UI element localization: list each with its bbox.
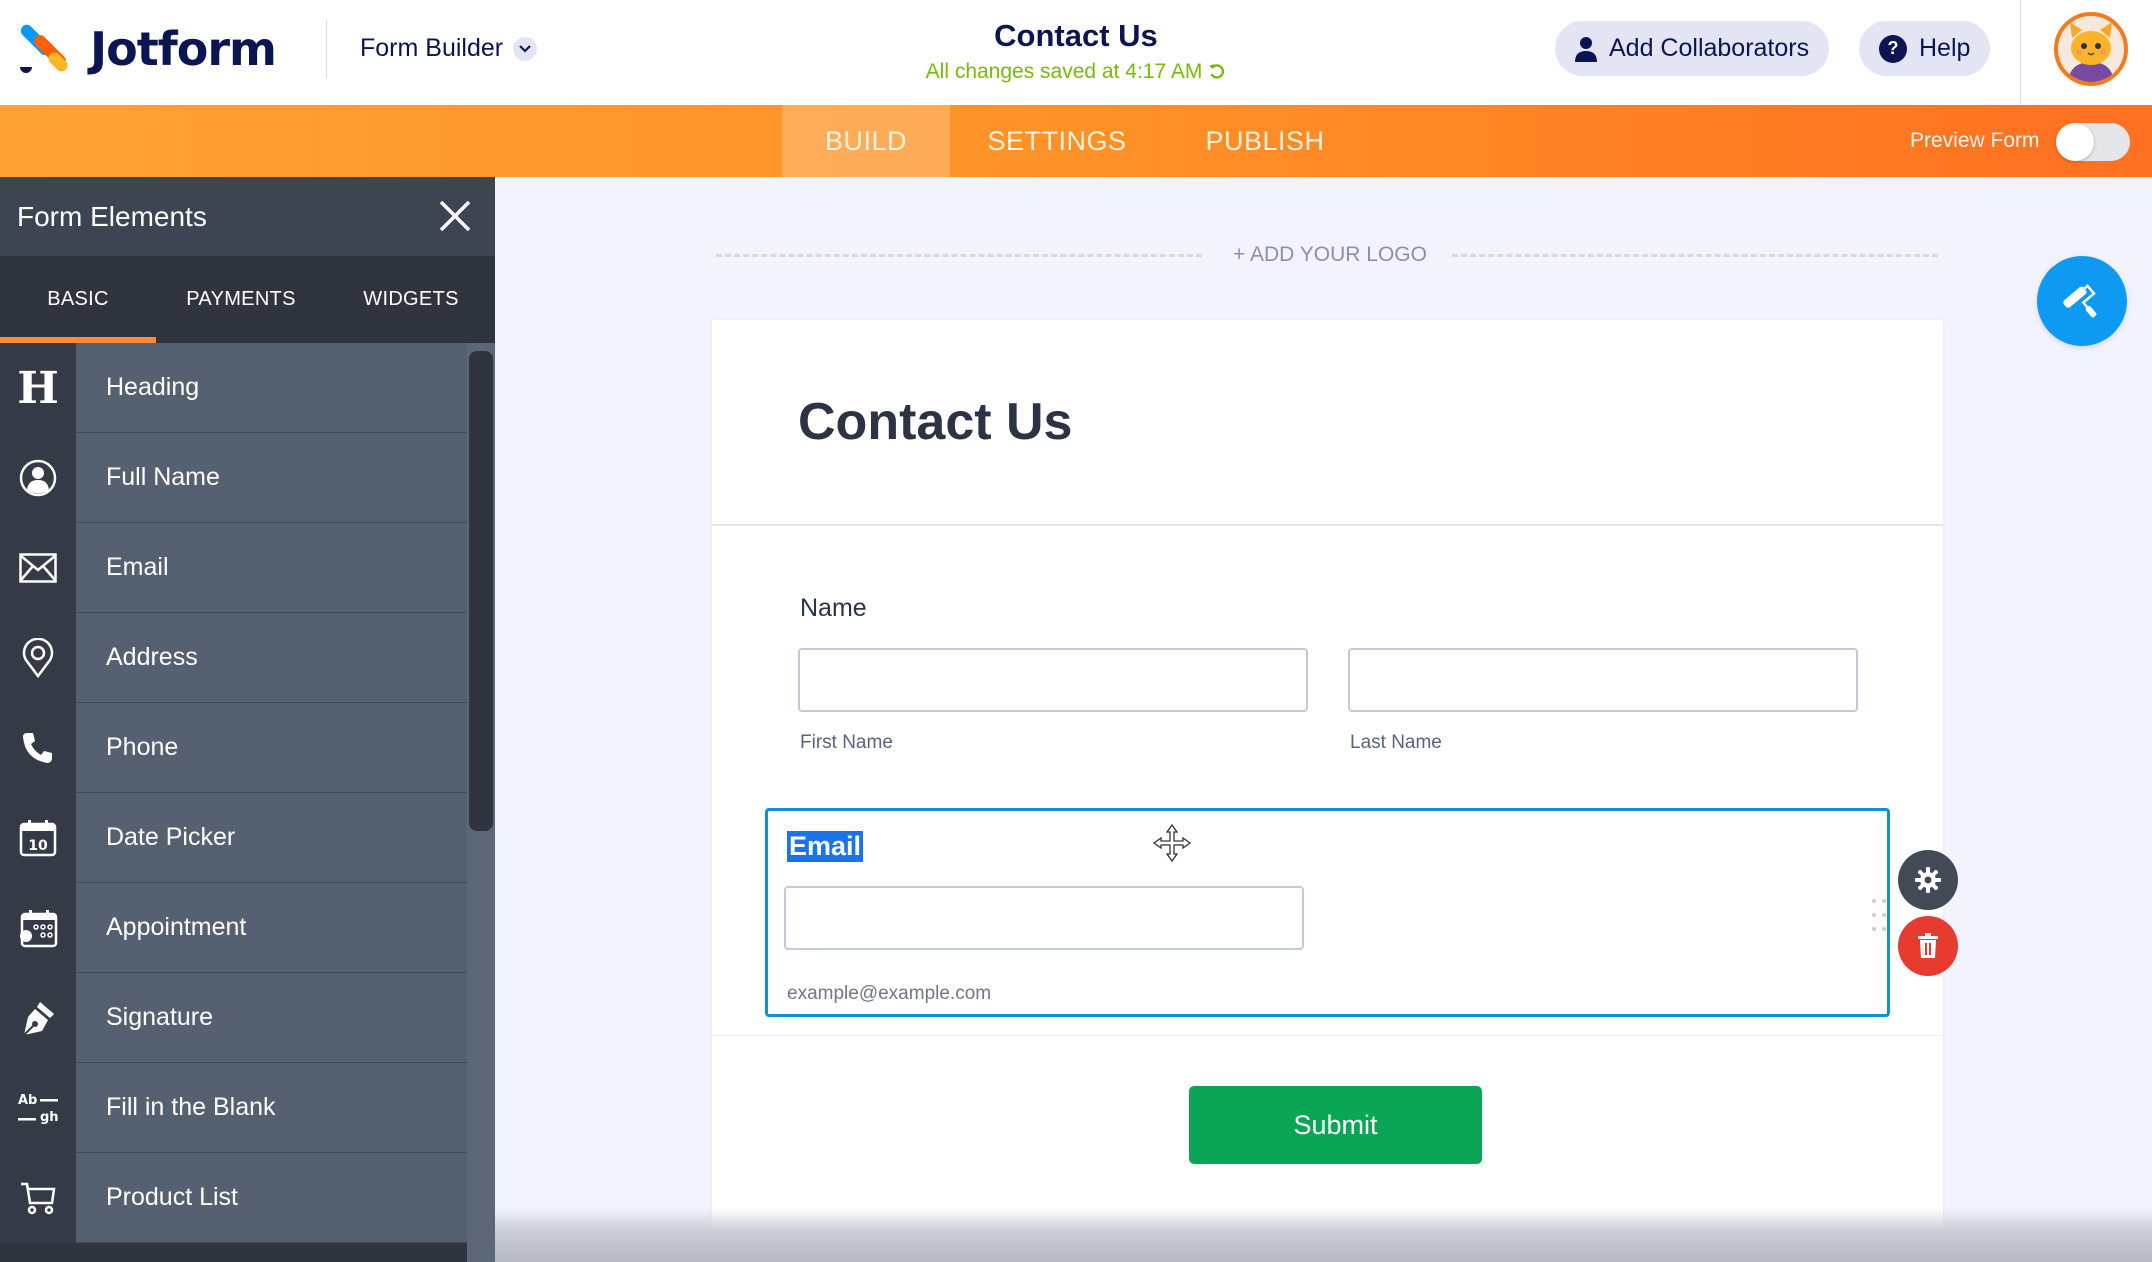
save-status: All changes saved at 4:17 AM bbox=[926, 60, 1227, 84]
move-cursor-icon bbox=[1152, 823, 1192, 863]
avatar[interactable] bbox=[2054, 12, 2128, 86]
last-name-input[interactable] bbox=[1348, 648, 1858, 712]
form-title-area: Contact Us All changes saved at 4:17 AM bbox=[0, 18, 2152, 84]
element-address[interactable]: Address bbox=[0, 613, 467, 703]
preview-form-toggle[interactable] bbox=[2056, 123, 2130, 161]
element-full-name[interactable]: Full Name bbox=[0, 433, 467, 523]
tab-settings[interactable]: SETTINGS bbox=[962, 105, 1152, 177]
close-icon[interactable] bbox=[438, 199, 472, 233]
fill-blank-icon: Ab gh bbox=[0, 1063, 76, 1153]
top-header: Jotform Form Builder Contact Us All chan… bbox=[0, 0, 2152, 105]
element-label: Product List bbox=[76, 1153, 467, 1242]
envelope-icon bbox=[0, 523, 76, 613]
svg-text:Ab: Ab bbox=[18, 1093, 37, 1108]
scrollbar-thumb[interactable] bbox=[469, 351, 493, 831]
form-header-section[interactable]: Contact Us bbox=[712, 320, 1943, 526]
form-title[interactable]: Contact Us bbox=[0, 18, 2152, 54]
element-signature[interactable]: Signature bbox=[0, 973, 467, 1063]
form-designer-button[interactable] bbox=[2037, 256, 2127, 346]
appointment-calendar-icon bbox=[0, 883, 76, 973]
svg-text:10: 10 bbox=[28, 838, 48, 854]
tab-payments[interactable]: PAYMENTS bbox=[170, 256, 312, 343]
submit-button[interactable]: Submit bbox=[1189, 1086, 1482, 1164]
email-field-label[interactable]: Email bbox=[787, 831, 864, 862]
toggle-knob bbox=[2056, 123, 2094, 161]
first-name-input[interactable] bbox=[798, 648, 1308, 712]
panel-header: Form Elements bbox=[0, 177, 495, 256]
logo-dashed-line-left bbox=[716, 254, 1202, 257]
pen-nib-icon bbox=[0, 973, 76, 1063]
element-fill-in-the-blank[interactable]: Ab gh Fill in the Blank bbox=[0, 1063, 467, 1153]
element-heading[interactable]: H Heading bbox=[0, 343, 467, 433]
name-field-label[interactable]: Name bbox=[800, 594, 867, 623]
element-phone[interactable]: Phone bbox=[0, 703, 467, 793]
header-divider-right bbox=[2020, 0, 2021, 105]
svg-text:gh: gh bbox=[40, 1110, 59, 1125]
element-label: Heading bbox=[76, 343, 467, 432]
user-icon bbox=[1575, 36, 1597, 62]
panel-scrollbar[interactable] bbox=[467, 343, 495, 1262]
element-label: Fill in the Blank bbox=[76, 1063, 467, 1152]
refresh-icon bbox=[1209, 64, 1225, 79]
help-button[interactable]: ? Help bbox=[1859, 21, 1991, 76]
gear-icon bbox=[1915, 867, 1941, 893]
section-divider bbox=[712, 1035, 1943, 1036]
add-logo-button[interactable]: + ADD YOUR LOGO bbox=[1220, 243, 1440, 267]
tab-widgets[interactable]: WIDGETS bbox=[340, 256, 482, 343]
first-name-sublabel: First Name bbox=[800, 732, 893, 753]
element-appointment[interactable]: Appointment bbox=[0, 883, 467, 973]
help-label: Help bbox=[1919, 34, 1971, 62]
element-label: Date Picker bbox=[76, 793, 467, 882]
map-pin-icon bbox=[0, 613, 76, 703]
save-status-text: All changes saved at 4:17 AM bbox=[925, 60, 1203, 83]
preview-form-label: Preview Form bbox=[1910, 129, 2040, 152]
element-label: Full Name bbox=[76, 433, 467, 522]
element-product-list[interactable]: Product List bbox=[0, 1153, 467, 1243]
panel-tabs: BASIC PAYMENTS WIDGETS bbox=[0, 256, 495, 343]
phone-icon bbox=[0, 703, 76, 793]
element-label: Phone bbox=[76, 703, 467, 792]
drag-handle[interactable] bbox=[1872, 899, 1890, 935]
calendar-icon: 10 bbox=[0, 793, 76, 883]
builder-nav: BUILD SETTINGS PUBLISH Preview Form bbox=[0, 105, 2152, 177]
add-collaborators-label: Add Collaborators bbox=[1609, 34, 1810, 62]
element-date-picker[interactable]: 10 Date Picker bbox=[0, 793, 467, 883]
canvas-bottom-shadow bbox=[495, 1208, 2152, 1262]
heading-icon: H bbox=[0, 343, 76, 433]
form-elements-panel: Form Elements BASIC PAYMENTS WIDGETS H H… bbox=[0, 177, 495, 1262]
form-card: Contact Us Name First Name Last Name Ema… bbox=[712, 320, 1958, 1230]
element-label: Appointment bbox=[76, 883, 467, 972]
add-collaborators-button[interactable]: Add Collaborators bbox=[1555, 21, 1830, 76]
paint-roller-icon bbox=[2063, 284, 2097, 318]
element-email[interactable]: Email bbox=[0, 523, 467, 613]
logo-dashed-line-right bbox=[1452, 254, 1938, 257]
element-list: H Heading Full Name Email Address Phone … bbox=[0, 343, 467, 1243]
panel-title: Form Elements bbox=[17, 201, 207, 232]
trash-icon bbox=[1918, 933, 1938, 958]
email-field-selected[interactable]: Email example@example.com bbox=[765, 808, 1890, 1017]
question-icon: ? bbox=[1879, 34, 1907, 63]
last-name-sublabel: Last Name bbox=[1350, 732, 1442, 753]
element-label: Address bbox=[76, 613, 467, 702]
form-heading[interactable]: Contact Us bbox=[798, 392, 1072, 452]
email-sublabel: example@example.com bbox=[787, 983, 992, 1004]
user-circle-icon bbox=[0, 433, 76, 523]
avatar-cat-icon bbox=[2068, 22, 2114, 82]
tab-build[interactable]: BUILD bbox=[782, 105, 950, 177]
field-properties-button[interactable] bbox=[1898, 850, 1958, 910]
delete-field-button[interactable] bbox=[1898, 916, 1958, 976]
tab-basic[interactable]: BASIC bbox=[0, 256, 156, 343]
element-label: Email bbox=[76, 523, 467, 612]
cart-icon bbox=[0, 1153, 76, 1243]
email-input[interactable] bbox=[784, 886, 1304, 950]
tab-publish[interactable]: PUBLISH bbox=[1180, 105, 1350, 177]
element-label: Signature bbox=[76, 973, 467, 1062]
